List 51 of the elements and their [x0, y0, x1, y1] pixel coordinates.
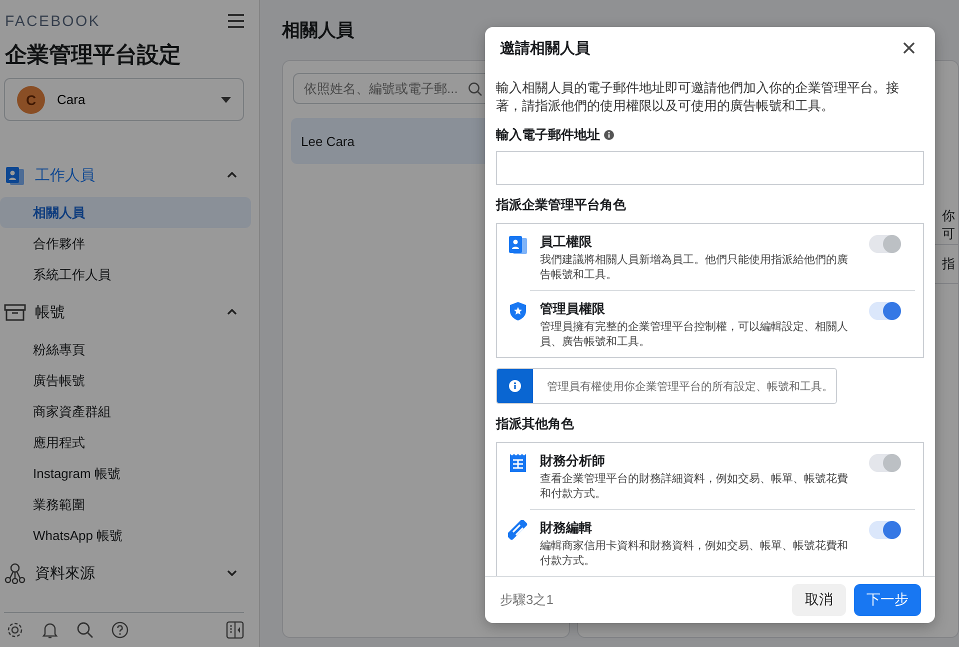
- receipt-icon: [508, 453, 528, 473]
- sidebar-section[interactable]: 資料來源: [35, 564, 218, 582]
- bell-icon[interactable]: [41, 621, 59, 639]
- help-icon[interactable]: [111, 621, 129, 639]
- dialog-description: 輸入相關人員的電子郵件地址即可邀請他們加入你的企業管理平台。接著，請指派他們的使用權限以及可使用的廣告帳號和工具。: [496, 79, 900, 115]
- panel-toggle-icon[interactable]: [226, 621, 244, 639]
- role-title: 財務編輯: [540, 519, 593, 537]
- caret-down-icon: [221, 96, 231, 102]
- role-title: 財務分析師: [540, 452, 606, 470]
- settings-icon[interactable]: [6, 621, 24, 639]
- notice-text: 管理員有權使用你企業管理平台的所有設定、帳號和工具。: [546, 380, 833, 394]
- search-icon[interactable]: [76, 621, 94, 639]
- section-heading: 指派其他角色: [496, 415, 575, 433]
- staff-badge-icon: [508, 234, 528, 254]
- sidebar-item[interactable]: 廣告帳號: [0, 365, 251, 396]
- close-icon: [903, 42, 915, 54]
- step-indicator: 步驟3之1: [500, 591, 554, 609]
- node-network-icon: [4, 562, 26, 584]
- menu-icon[interactable]: [227, 13, 245, 29]
- toggle-switch[interactable]: [869, 302, 901, 320]
- sidebar-item[interactable]: Instagram 帳號: [0, 458, 251, 489]
- page-title: 企業管理平台設定: [5, 41, 182, 69]
- brand-wordmark: FACEBOOK: [5, 12, 100, 30]
- toggle-switch[interactable]: [869, 521, 901, 539]
- cancel-button[interactable]: 取消: [792, 584, 846, 616]
- sidebar-item[interactable]: 合作夥伴: [0, 228, 251, 259]
- sidebar-item[interactable]: 系統工作人員: [0, 259, 251, 290]
- chevron-down-icon[interactable]: [227, 570, 237, 576]
- role-title: 管理員權限: [540, 300, 606, 318]
- sidebar-item[interactable]: 商家資產群組: [0, 396, 251, 427]
- role-description: 查看企業管理平台的財務詳細資料，例如交易、帳單、帳號花費和付款方式。: [540, 472, 849, 502]
- sidebar-section[interactable]: 帳號: [35, 302, 218, 322]
- role-description: 管理員擁有完整的企業管理平台控制權，可以編輯設定、相關人員、廣告帳號和工具。: [540, 320, 849, 350]
- close-button[interactable]: [901, 40, 917, 56]
- next-button[interactable]: 下一步: [854, 584, 921, 616]
- info-icon: [604, 130, 614, 140]
- search-icon: [468, 82, 482, 96]
- sidebar-item[interactable]: WhatsApp 帳號: [0, 520, 251, 551]
- account-dropdown[interactable]: C Cara: [4, 78, 244, 121]
- info-icon: [509, 380, 521, 392]
- sidebar-item[interactable]: 粉絲專頁: [0, 334, 251, 365]
- sidebar-item[interactable]: 業務範圍: [0, 489, 251, 520]
- chevron-up-icon[interactable]: [227, 172, 237, 178]
- dialog-title: 邀請相關人員: [500, 38, 590, 58]
- role-description: 編輯商家信用卡資料和財務資料，例如交易、帳單、帳號花費和付款方式。: [540, 539, 849, 569]
- chevron-up-icon[interactable]: [227, 309, 237, 315]
- avatar-circle: C: [17, 86, 45, 114]
- shield-star-icon: [508, 301, 528, 321]
- sidebar-item[interactable]: 應用程式: [0, 427, 251, 458]
- email-input-field[interactable]: [496, 151, 924, 185]
- section-title: 相關人員: [282, 19, 355, 42]
